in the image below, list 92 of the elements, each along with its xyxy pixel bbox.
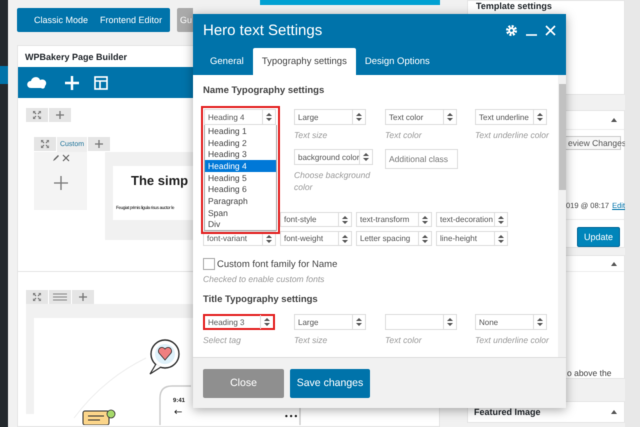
back-arrow[interactable]: ←: [174, 407, 182, 418]
more-menu[interactable]: •••: [284, 412, 298, 421]
select-field[interactable]: Heading 3: [203, 314, 275, 330]
select-field[interactable]: line-height: [436, 231, 508, 246]
control-tab[interactable]: [49, 108, 71, 122]
page-scrollbar[interactable]: [625, 0, 640, 427]
section-title: Name Typography settings: [203, 85, 326, 98]
select-field[interactable]: Text underline: [475, 109, 547, 125]
layout-icon[interactable]: [94, 76, 108, 90]
select-field[interactable]: Large: [294, 314, 366, 330]
add-icon[interactable]: [56, 111, 64, 119]
expand-icon[interactable]: [41, 140, 49, 148]
add-icon[interactable]: [54, 176, 68, 190]
dropdown-option[interactable]: Paragraph: [205, 195, 276, 207]
field-caption: Text size: [294, 129, 328, 141]
select-field[interactable]: Text color: [385, 109, 457, 125]
dropdown-option[interactable]: Div: [205, 218, 276, 230]
field-caption: Text underline color: [475, 334, 550, 346]
lines-icon[interactable]: [53, 293, 67, 301]
add-icon[interactable]: [79, 293, 87, 301]
caret-up-icon[interactable]: [611, 262, 617, 266]
updown-arrow-icon: [338, 232, 351, 246]
mode-button[interactable]: Frontend Editor: [97, 15, 166, 25]
dropdown-option[interactable]: Span: [205, 206, 276, 218]
select-field[interactable]: [385, 314, 457, 330]
updown-arrow-icon: [533, 110, 546, 124]
box-text: o above the: [567, 368, 612, 378]
field-caption: Checked to enable custom fonts: [203, 274, 326, 284]
field-caption: Text underline color: [475, 129, 550, 141]
select-field[interactable]: None: [475, 314, 547, 330]
control-tab[interactable]: [72, 290, 94, 304]
control-tab[interactable]: [26, 108, 48, 122]
field-caption: Text color: [385, 129, 423, 141]
control-tab[interactable]: [49, 290, 71, 304]
select-field[interactable]: Large: [294, 109, 366, 125]
section-title: Title Typography settings: [203, 294, 319, 307]
close-icon[interactable]: [62, 154, 70, 162]
dropdown-option[interactable]: Heading 5: [205, 172, 276, 184]
control-tab[interactable]: [88, 137, 110, 151]
update-button[interactable]: Update: [576, 227, 620, 247]
field-caption: Text size: [294, 334, 328, 346]
save-button[interactable]: Save changes: [290, 368, 370, 398]
updown-arrow-icon: [418, 212, 431, 226]
dropdown-option[interactable]: Heading 4: [205, 160, 276, 172]
dialog-title: Hero text Settings: [203, 22, 324, 39]
checkbox[interactable]: [203, 258, 215, 270]
expand-icon[interactable]: [33, 293, 41, 301]
tag-select[interactable]: Heading 4: [204, 109, 276, 125]
updown-arrow-icon: [352, 315, 365, 329]
checkbox-label: Custom font family for Name: [217, 258, 338, 270]
select-field[interactable]: text-transform: [356, 212, 432, 227]
updown-arrow-icon: [260, 315, 273, 329]
field-caption: Choose background color: [294, 169, 372, 193]
add-icon[interactable]: [95, 140, 103, 148]
updown-arrow-icon: [352, 110, 365, 124]
settings-icon[interactable]: [505, 24, 518, 37]
mode-button[interactable]: Classic Mode: [31, 15, 92, 25]
pencil-icon[interactable]: [52, 154, 60, 162]
field-caption: Select tag: [203, 334, 242, 346]
dropdown-option[interactable]: Heading 6: [205, 183, 276, 196]
updown-arrow-icon: [338, 212, 351, 226]
box-title: Featured Image: [474, 407, 541, 417]
field-caption: Text color: [385, 334, 423, 346]
caret-up-icon[interactable]: [611, 118, 617, 122]
dropdown-option[interactable]: Heading 3: [205, 148, 276, 160]
tab[interactable]: Design Options: [356, 48, 439, 75]
scrollbar[interactable]: [558, 75, 566, 357]
select-field[interactable]: font-style: [280, 212, 352, 227]
preview-heading: The simp: [131, 173, 190, 188]
menu-pointer-icon: [0, 66, 8, 84]
select-field[interactable]: text-decoration: [436, 212, 508, 227]
control-tab[interactable]: [34, 137, 56, 151]
select-field[interactable]: Letter spacing: [356, 231, 432, 246]
updown-arrow-icon: [443, 110, 456, 124]
select-field[interactable]: background color: [294, 149, 374, 165]
updown-arrow-icon: [443, 315, 456, 329]
dropdown-option[interactable]: Heading 1: [205, 125, 276, 137]
input-field[interactable]: Additional class: [385, 149, 458, 169]
updown-arrow-icon: [494, 232, 507, 246]
updown-arrow-icon: [533, 315, 546, 329]
updown-arrow-icon: [418, 232, 431, 246]
tab[interactable]: Typography settings: [252, 48, 356, 75]
updown-arrow-icon: [494, 212, 507, 226]
control-tab[interactable]: [26, 290, 48, 304]
expand-icon[interactable]: [33, 111, 41, 119]
select-field[interactable]: font-weight: [280, 231, 352, 246]
caret-up-icon[interactable]: [611, 410, 617, 414]
tab[interactable]: General: [201, 48, 253, 75]
dropdown-option[interactable]: Heading 2: [205, 136, 276, 148]
box-title: Template settings: [476, 1, 552, 11]
updown-arrow-icon: [262, 110, 275, 124]
panel-title: WPBakery Page Builder: [25, 52, 128, 62]
